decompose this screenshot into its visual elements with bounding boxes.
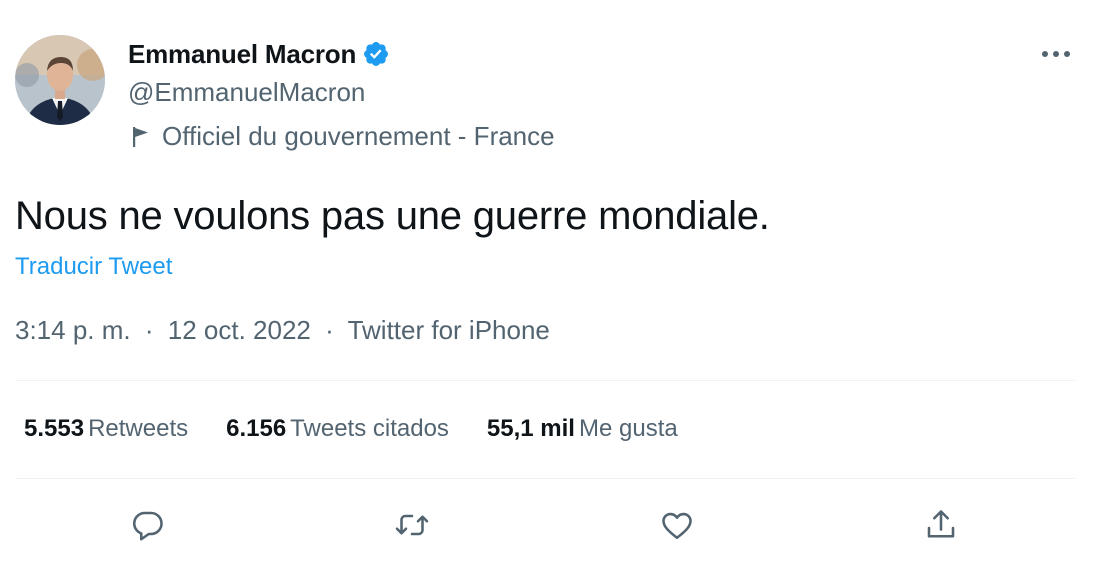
tweet-source[interactable]: Twitter for iPhone: [348, 315, 550, 345]
retweet-icon: [395, 514, 429, 536]
divider: [15, 478, 1075, 479]
like-button[interactable]: [655, 503, 699, 547]
retweets-count: 5.553: [24, 415, 85, 442]
more-dots-icon: [1042, 51, 1070, 57]
share-icon: [927, 510, 955, 538]
tweet-time[interactable]: 3:14 p. m.: [15, 315, 131, 345]
translate-tweet-link[interactable]: Traducir Tweet: [15, 253, 172, 281]
likes-stat[interactable]: 55,1 mil Me gusta: [487, 415, 678, 443]
like-icon: [662, 512, 692, 540]
avatar-image: [15, 35, 105, 125]
verified-badge-icon: [362, 40, 390, 68]
author-handle[interactable]: @EmmanuelMacron: [128, 77, 365, 108]
retweets-stat[interactable]: 5.553 Retweets: [24, 415, 188, 443]
tweet-stats: 5.553 Retweets 6.156 Tweets citados 55,1 m…: [24, 415, 716, 443]
tweet-date[interactable]: 12 oct. 2022: [168, 315, 311, 345]
quote-tweets-count: 6.156: [226, 415, 287, 442]
avatar[interactable]: [15, 35, 105, 125]
likes-count: 55,1 mil: [486, 415, 575, 442]
tweet-meta: 3:14 p. m. · 12 oct. 2022 · Twitter for …: [15, 315, 550, 346]
meta-separator: ·: [325, 315, 334, 345]
reply-button[interactable]: [126, 503, 170, 547]
more-options-button[interactable]: [1038, 40, 1074, 68]
divider: [15, 380, 1075, 381]
quote-tweets-stat[interactable]: 6.156 Tweets citados: [226, 415, 449, 443]
meta-separator: ·: [144, 315, 154, 345]
author-display-name[interactable]: Emmanuel Macron: [128, 39, 356, 70]
tweet-detail: Emmanuel Macron @EmmanuelMacron Officiel…: [0, 0, 1105, 561]
author-name-row[interactable]: Emmanuel Macron: [128, 37, 390, 71]
likes-label: Me gusta: [578, 415, 678, 442]
flag-icon: [130, 125, 152, 149]
government-affiliation: Officiel du gouvernement - France: [130, 121, 555, 152]
reply-icon: [132, 511, 163, 541]
retweet-button[interactable]: [390, 503, 434, 547]
tweet-text: Nous ne voulons pas une guerre mondiale.: [15, 194, 770, 238]
affiliation-label: Officiel du gouvernement - France: [162, 121, 555, 151]
share-button[interactable]: [919, 503, 963, 547]
quote-tweets-label: Tweets citados: [290, 415, 449, 442]
retweets-label: Retweets: [88, 415, 189, 442]
